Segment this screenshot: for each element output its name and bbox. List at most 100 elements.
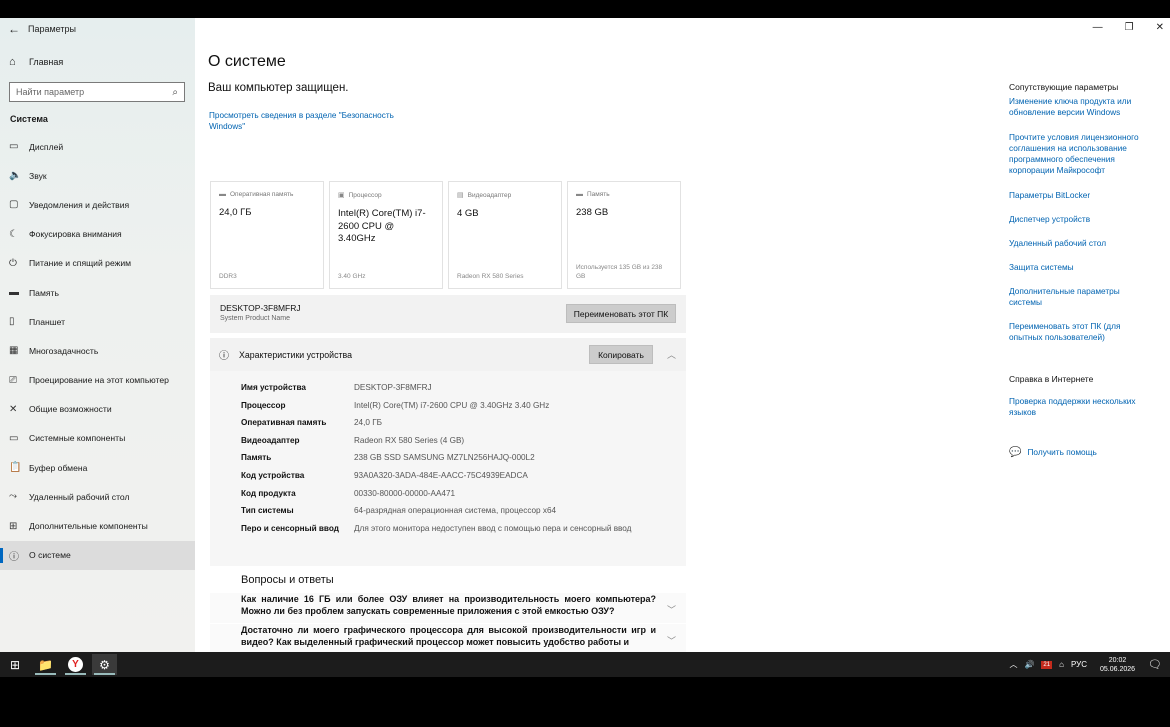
sidebar-item[interactable]: ⊞ Дополнительные компоненты (0, 511, 195, 540)
language-indicator[interactable]: РУС (1071, 660, 1087, 669)
web-help-link[interactable]: Проверка поддержки нескольких языков (1009, 396, 1149, 418)
action-center-icon[interactable]: 🗨 (1148, 658, 1162, 671)
related-link[interactable]: Параметры BitLocker (1009, 190, 1149, 201)
sidebar-item[interactable]: 📋 Буфер обмена (0, 453, 195, 482)
sidebar-item[interactable]: ✕ Общие возможности (0, 395, 195, 424)
sidebar-item-label: Звук (29, 170, 47, 181)
sidebar-item[interactable]: ▯ Планшет (0, 307, 195, 336)
card-value: Intel(R) Core(TM) i7-2600 CPU @ 3.40GHz (338, 208, 426, 244)
file-explorer-icon[interactable]: 📁 (33, 654, 58, 675)
sidebar-item[interactable]: ▢ Уведомления и действия (0, 190, 195, 219)
hardware-card: ▬ Память 238 GB Используется 135 GB из 23… (567, 181, 681, 289)
volume-icon[interactable]: 🔊 (1024, 660, 1034, 669)
home-link[interactable]: ⌂ Главная (0, 50, 195, 74)
card-label: ▣ Процессор (338, 191, 434, 200)
faq-question: Достаточно ли моего графического процесс… (241, 625, 656, 647)
sidebar-item[interactable]: ▭ Системные компоненты (0, 424, 195, 453)
device-specs-table: Имя устройства DESKTOP-3F8MFRJ Процессор In… (210, 371, 686, 566)
card-subtitle: 3.40 GHz (338, 273, 366, 280)
card-value: 24,0 ГБ (219, 207, 252, 218)
network-icon[interactable]: ⌂ (1059, 660, 1064, 669)
sidebar-item-label: Буфер обмена (29, 462, 88, 473)
chevron-up-icon[interactable]: ︿ (667, 348, 676, 361)
card-subtitle: Используется 135 GB из 238 GB (576, 264, 663, 280)
device-specs-header[interactable]: ⓘ Характеристики устройства Копировать ︿ (210, 338, 686, 371)
search-input[interactable]: Найти параметр ⌕ (9, 82, 185, 102)
main-content: О системе Ваш компьютер защищен. Просмот… (195, 18, 1000, 652)
hardware-card: ▤ Видеоадаптер 4 GB Radeon RX 580 Series (448, 181, 562, 289)
spec-value: DESKTOP-3F8MFRJ (354, 383, 432, 392)
rename-pc-button[interactable]: Переименовать этот ПК (566, 304, 676, 323)
security-link[interactable]: Просмотреть сведения в разделе "Безопасн… (209, 110, 409, 132)
related-link[interactable]: Диспетчер устройств (1009, 214, 1149, 225)
sidebar-item[interactable]: ⏻ Питание и спящий режим (0, 249, 195, 278)
spec-value: 238 GB SSD SAMSUNG MZ7LN256HAJQ-000L2 (354, 453, 535, 463)
projecting-icon: ⎚ (9, 374, 17, 386)
section-title: Система (10, 114, 48, 124)
spec-value: Для этого монитора недоступен ввод с пом… (354, 523, 632, 533)
card-value: 4 GB (457, 208, 479, 219)
chevron-down-icon[interactable]: ﹀ (667, 635, 676, 647)
multitasking-icon: ▦ (9, 345, 19, 357)
web-help-title: Справка в Интернете (1009, 374, 1094, 384)
notification-badge[interactable]: 21 (1041, 660, 1053, 669)
help-chat-icon: 💬 (1009, 447, 1022, 458)
spec-row: Память 238 GB SSD SAMSUNG MZ7LN256HAJQ-00… (210, 453, 686, 471)
sidebar-item[interactable]: ▭ Дисплей (0, 132, 195, 161)
file-explorer-icon-glyph: 📁 (38, 657, 53, 672)
sidebar-item[interactable]: ▦ Многозадачность (0, 336, 195, 365)
card-label: ▤ Видеоадаптер (457, 191, 553, 200)
related-link[interactable]: Изменение ключа продукта или обновление … (1009, 96, 1149, 118)
sidebar-item[interactable]: ⤳ Удаленный рабочий стол (0, 482, 195, 511)
minimize-button[interactable]: — (1093, 22, 1103, 33)
copy-button[interactable]: Копировать (589, 345, 653, 364)
clock[interactable]: 20:02 05.06.2026 (1100, 656, 1135, 674)
spec-value: 00330-80000-00000-AA471 (354, 488, 456, 498)
spec-value: Intel(R) Core(TM) i7-2600 CPU @ 3.40GHz … (354, 400, 550, 410)
related-link[interactable]: Удаленный рабочий стол (1009, 238, 1149, 249)
restore-button[interactable]: ❐ (1125, 22, 1134, 33)
sidebar-item-label: Фокусировка внимания (29, 229, 122, 240)
sidebar-item[interactable]: 🔈 Звук (0, 161, 195, 190)
sidebar-item-label: Планшет (29, 316, 66, 327)
sidebar-item[interactable]: ⎚ Проецирование на этот компьютер (0, 366, 195, 395)
related-link[interactable]: Дополнительные параметры системы (1009, 286, 1129, 308)
home-icon: ⌂ (9, 56, 16, 68)
app-underline (35, 673, 56, 675)
card-subtitle: Radeon RX 580 Series (457, 273, 524, 280)
device-name-bar: DESKTOP-3F8MFRJ System Product Name Пере… (210, 295, 686, 333)
back-arrow-icon[interactable]: ← (0, 22, 28, 36)
sidebar-item[interactable]: ⓘ О системе (0, 540, 195, 570)
sidebar-item[interactable]: ☾ Фокусировка внимания (0, 220, 195, 249)
sidebar-item[interactable]: ▬ Память (0, 278, 195, 307)
clock-time: 20:02 (1108, 656, 1127, 664)
related-link[interactable]: Переименовать этот ПК (для опытных польз… (1009, 321, 1139, 343)
faq-item[interactable]: Как наличие 16 ГБ или более ОЗУ влияет н… (210, 593, 686, 623)
chevron-up-icon[interactable]: ︿ (1009, 659, 1017, 670)
sidebar-item-label: Многозадачность (29, 345, 99, 356)
sidebar-item-label: Память (29, 287, 59, 298)
get-help-link[interactable]: 💬 Получить помощь (1009, 447, 1097, 458)
specs-header-label: Характеристики устройства (239, 349, 352, 360)
focus-assist-icon: ☾ (9, 228, 18, 240)
card-label: ▬ Память (576, 191, 672, 198)
chevron-down-icon[interactable]: ﹀ (667, 604, 676, 616)
settings-icon[interactable]: ⚙ (92, 654, 117, 675)
close-button[interactable]: ✕ (1156, 22, 1164, 33)
card-label-text: Память (587, 191, 610, 198)
windows-start-icon[interactable]: ⊞ (5, 656, 25, 673)
get-help-label: Получить помощь (1027, 447, 1097, 457)
storage-icon: ▬ (9, 287, 19, 299)
yandex-browser-icon[interactable]: Y (63, 654, 88, 675)
spec-key: Имя устройства (241, 383, 306, 392)
spec-key: Тип системы (241, 506, 294, 516)
spec-row: Оперативная память 24,0 ГБ (210, 418, 686, 436)
notifications-icon: ▢ (9, 199, 19, 211)
related-link[interactable]: Защита системы (1009, 262, 1149, 273)
card-label-text: Оперативная память (230, 191, 294, 198)
related-link[interactable]: Прочтите условия лицензионного соглашени… (1009, 132, 1149, 176)
faq-item[interactable]: Достаточно ли моего графического процесс… (210, 624, 686, 652)
related-title: Сопутствующие параметры (1009, 82, 1119, 92)
settings-icon-glyph: ⚙ (99, 657, 110, 672)
card-label-text: Процессор (348, 191, 382, 199)
